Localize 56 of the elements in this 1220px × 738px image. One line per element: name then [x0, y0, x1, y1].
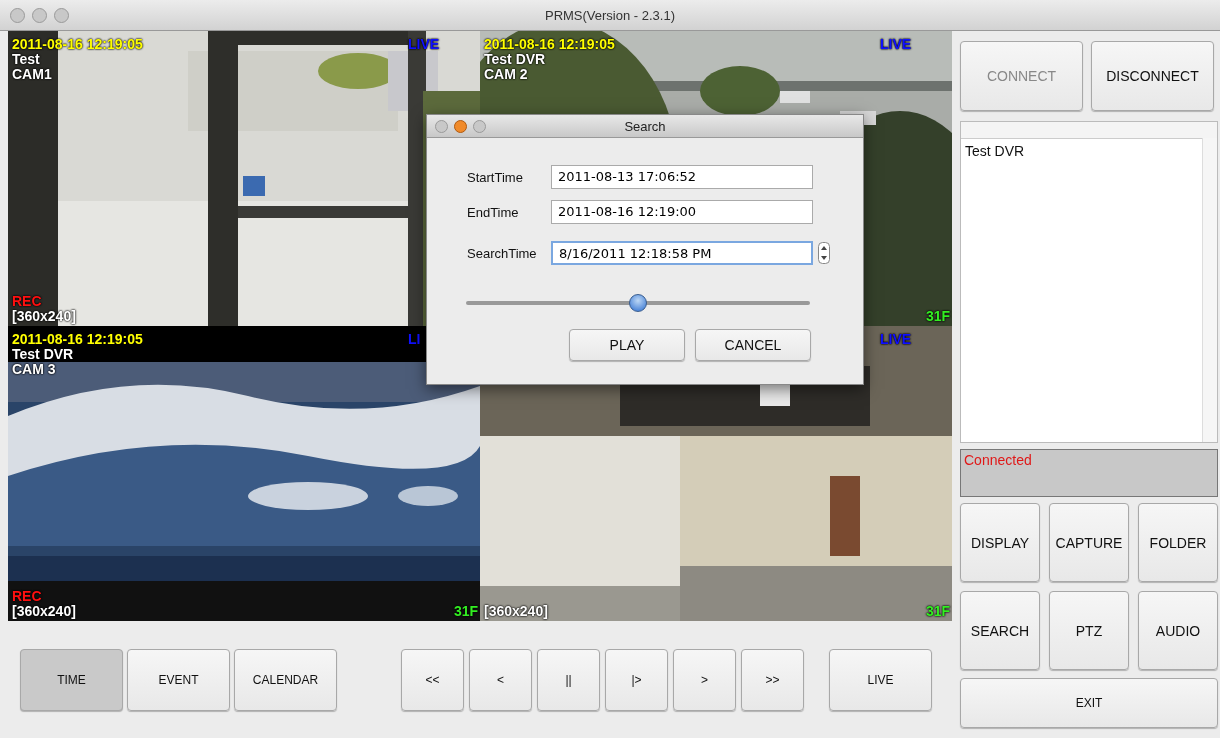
slider-thumb[interactable] — [629, 294, 647, 312]
live-label: LIVE — [880, 37, 912, 52]
date-time-field[interactable]: 8/16/2011 12:18:58 PM — [551, 241, 813, 265]
device-item[interactable]: Test DVR — [961, 139, 1191, 163]
camera-name: CAM 2 — [484, 67, 528, 82]
exit-button[interactable]: EXIT — [960, 678, 1218, 728]
playback-button[interactable]: |> — [605, 649, 668, 711]
input-field[interactable]: 2011-08-13 17:06:52 — [551, 165, 813, 189]
action-button[interactable]: SEARCH — [960, 591, 1040, 670]
playback-button[interactable]: >> — [741, 649, 804, 711]
mode-tab[interactable]: TIME — [20, 649, 123, 711]
spinner-icon[interactable] — [818, 242, 830, 264]
playback-button[interactable]: << — [401, 649, 464, 711]
frame-rate-label: 31F — [925, 604, 950, 619]
action-button[interactable]: CAPTURE — [1049, 503, 1129, 582]
frame-rate-label: 31F — [925, 309, 950, 324]
frame-rate-label: 31F — [453, 604, 478, 619]
window-button-icon[interactable] — [54, 7, 69, 23]
window-button-icon[interactable] — [435, 119, 448, 133]
action-button[interactable]: PTZ — [1049, 591, 1129, 670]
playback-button[interactable]: > — [673, 649, 736, 711]
window-title: PRMS(Version - 2.3.1) — [544, 7, 675, 23]
action-button[interactable]: FOLDER — [1138, 503, 1218, 582]
live-button[interactable]: LIVE — [829, 649, 932, 711]
action-button[interactable]: DISPLAY — [960, 503, 1040, 582]
camera-name: CAM 3 — [12, 362, 56, 377]
live-label: LIVE — [880, 332, 912, 347]
dialog-title: Search — [624, 118, 666, 134]
rec-label: REC — [12, 589, 42, 604]
device-name: Test DVR — [12, 347, 74, 362]
window-button-icon[interactable] — [473, 119, 486, 133]
status-text: Connected — [960, 449, 1218, 497]
camera-name: CAM1 — [12, 67, 52, 82]
field-label: EndTime — [467, 204, 520, 220]
device-name: Test — [12, 52, 40, 67]
timestamp: 2011-08-16 12:19:05 — [12, 332, 143, 347]
playback-button[interactable]: || — [537, 649, 600, 711]
window-button-icon[interactable] — [10, 7, 25, 23]
resolution-label: [360x240] — [484, 604, 548, 619]
mode-tab[interactable]: CALENDAR — [234, 649, 337, 711]
field-label: StartTime — [467, 169, 524, 185]
playback-button[interactable]: < — [469, 649, 532, 711]
resolution-label: [360x240] — [12, 604, 76, 619]
disconnect-button[interactable]: DISCONNECT — [1091, 41, 1214, 111]
field-label: SearchTime — [467, 245, 538, 261]
scrollbar[interactable] — [1202, 138, 1217, 442]
action-button[interactable]: AUDIO — [1138, 591, 1218, 670]
dialog-button[interactable]: PLAY — [569, 329, 685, 361]
input-field[interactable]: 2011-08-16 12:19:00 — [551, 200, 813, 224]
mode-tab[interactable]: EVENT — [127, 649, 230, 711]
dialog-button[interactable]: CANCEL — [695, 329, 811, 361]
live-label: LI — [408, 332, 421, 347]
window-button-icon[interactable] — [454, 119, 467, 133]
window-button-icon[interactable] — [32, 7, 47, 23]
device-name: Test DVR — [484, 52, 546, 67]
rec-label: REC — [12, 294, 42, 309]
